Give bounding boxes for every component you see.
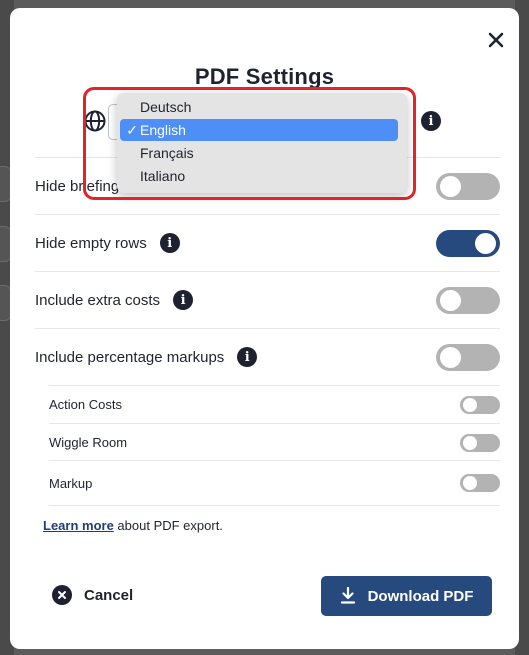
toggle-knob	[440, 289, 461, 311]
info-icon[interactable]: i	[237, 347, 258, 367]
download-icon	[340, 587, 355, 604]
action-costs-toggle[interactable]	[460, 395, 500, 414]
info-icon[interactable]: i	[159, 233, 180, 253]
hide-empty-rows-toggle[interactable]	[436, 229, 500, 257]
language-option-deutsch[interactable]: Deutsch	[120, 96, 398, 118]
sub-setting-row-wiggle-room: Wiggle Room	[49, 423, 500, 461]
toggle-knob	[440, 175, 461, 197]
close-button[interactable]	[483, 27, 509, 53]
setting-row-hide-empty-rows: Hide empty rows i	[35, 214, 500, 271]
setting-label: Include extra costs	[35, 291, 161, 309]
sub-setting-row-action-costs: Action Costs	[49, 385, 500, 423]
sub-setting-label: Markup	[49, 475, 93, 491]
cancel-button[interactable]: Cancel	[52, 585, 133, 605]
hide-briefing-toggle[interactable]	[436, 172, 500, 200]
setting-row-include-percentage-markups: Include percentage markups i	[35, 328, 500, 385]
learn-more-text: Learn more about PDF export.	[43, 518, 223, 533]
cancel-label: Cancel	[84, 586, 134, 604]
sub-setting-row-markup: Markup	[49, 460, 500, 506]
learn-more-link[interactable]: Learn more	[43, 518, 114, 533]
checkmark-icon: ✓	[126, 121, 138, 138]
learn-more-suffix: about PDF export.	[113, 518, 223, 533]
sub-setting-label: Wiggle Room	[49, 435, 128, 450]
option-label: Deutsch	[140, 99, 192, 115]
toggle-knob	[475, 232, 496, 254]
info-icon[interactable]: i	[421, 111, 441, 131]
setting-label: Include percentage markups	[35, 348, 225, 366]
toggle-knob	[463, 397, 477, 412]
language-option-italiano[interactable]: Italiano	[120, 165, 398, 187]
include-extra-costs-toggle[interactable]	[436, 286, 500, 314]
toggle-knob	[463, 476, 477, 490]
setting-row-include-extra-costs: Include extra costs i	[35, 271, 500, 328]
toggle-knob	[440, 346, 461, 368]
download-pdf-button[interactable]: Download PDF	[321, 576, 492, 616]
sub-setting-label: Action Costs	[49, 397, 122, 412]
markup-toggle[interactable]	[460, 474, 500, 492]
include-percentage-markups-toggle[interactable]	[436, 343, 500, 371]
option-label: Italiano	[140, 168, 186, 184]
close-icon	[488, 32, 504, 48]
language-option-francais[interactable]: Français	[120, 142, 398, 164]
toggle-knob	[463, 435, 477, 450]
setting-label: Hide briefing	[35, 177, 120, 195]
download-label: Download PDF	[367, 587, 474, 605]
dialog-title: PDF Settings	[194, 64, 335, 89]
language-option-english[interactable]: ✓ English	[120, 119, 398, 141]
setting-label: Hide empty rows	[35, 234, 147, 252]
option-label: Français	[140, 145, 194, 161]
language-dropdown-menu: Deutsch ✓ English Français Italiano	[117, 93, 407, 193]
info-icon[interactable]: i	[173, 290, 194, 310]
x-circle-icon	[52, 585, 72, 605]
option-label: English	[140, 122, 186, 138]
globe-icon	[84, 110, 106, 132]
pdf-settings-dialog: PDF Settings i Hide briefing Hide empty …	[10, 8, 519, 649]
wiggle-room-toggle[interactable]	[460, 433, 500, 452]
